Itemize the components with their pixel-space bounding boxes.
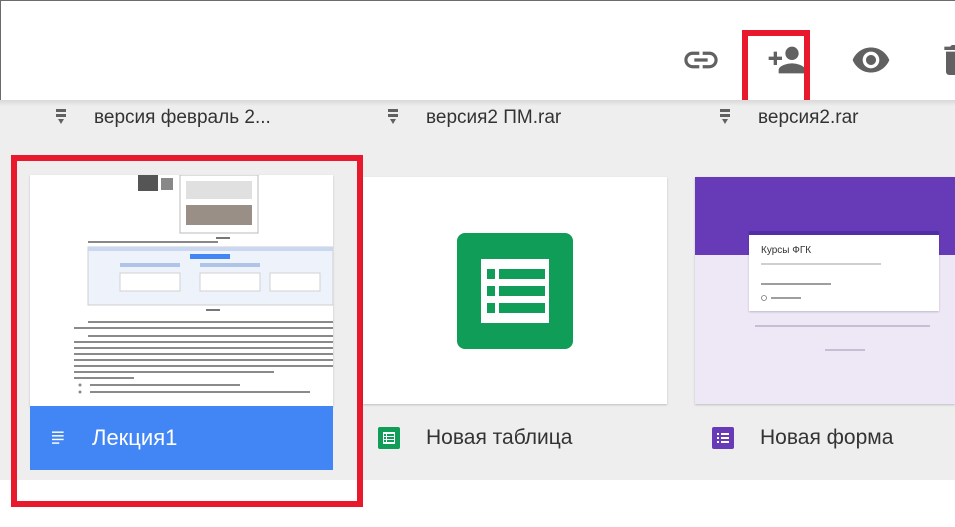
card-new-table-label[interactable]: Новая таблица [378, 406, 678, 470]
form-preview-footer-brand [825, 349, 865, 351]
card-new-form-label[interactable]: Новая форма [712, 406, 952, 470]
toolbar [0, 0, 955, 100]
form-preview-description [761, 263, 881, 265]
radio-option [761, 295, 801, 301]
link-icon[interactable] [681, 40, 721, 80]
form-preview-title: Курсы ФГК [761, 245, 812, 256]
file-name: версия февраль 2... [94, 107, 271, 128]
eye-icon[interactable] [851, 40, 891, 80]
archive-icon [388, 109, 398, 124]
trash-icon[interactable] [936, 40, 955, 80]
archive-icon [720, 109, 730, 124]
form-preview-footer [755, 325, 930, 327]
file-item[interactable]: версия2.rar [718, 103, 858, 133]
file-item[interactable]: версия февраль 2... [54, 103, 271, 133]
forms-icon [712, 427, 734, 449]
sheets-icon [378, 427, 400, 449]
file-item[interactable]: версия2 ПМ.rar [386, 103, 561, 133]
card-title: Новая форма [760, 426, 894, 449]
share-highlight [742, 30, 810, 107]
card-title: Новая таблица [426, 426, 573, 449]
file-name: версия2 ПМ.rar [426, 107, 562, 128]
file-name: версия2.rar [758, 107, 859, 128]
form-preview-card: Курсы ФГК [749, 231, 939, 311]
form-preview-question [761, 283, 831, 285]
form-thumbnail[interactable]: Курсы ФГК [695, 177, 955, 404]
sheets-large-icon [457, 233, 573, 349]
selection-highlight [11, 155, 363, 507]
sheet-thumbnail[interactable] [363, 177, 667, 404]
archive-icon [56, 109, 66, 124]
